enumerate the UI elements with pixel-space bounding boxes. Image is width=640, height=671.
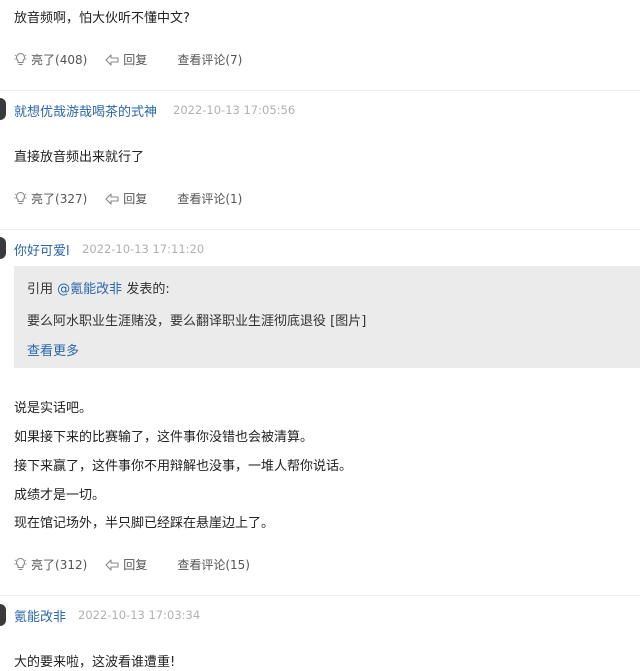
username[interactable]: 就想优哉游哉喝茶的式神 [14, 101, 157, 120]
comment-actions: 亮了 (312) 回复 查看评论 (15) [14, 556, 250, 573]
view-comments-label: 查看评论 [177, 192, 226, 206]
view-comments-label: 查看评论 [177, 558, 226, 572]
comment-count: (1) [225, 191, 243, 206]
comment-line: 接下来赢了，这件事你不用辩解也没事，一堆人帮你说话。 [14, 459, 353, 474]
timestamp: 2022-10-13 17:11:20 [82, 242, 205, 256]
view-comments-button[interactable]: 查看评论 (7) [177, 51, 242, 68]
like-button[interactable]: 亮了 (327) [14, 190, 87, 207]
comment-line: 成绩才是一切。 [14, 488, 106, 503]
reply-label: 回复 [123, 192, 148, 206]
timestamp: 2022-10-13 17:03:34 [78, 608, 201, 622]
like-label: 亮了 [31, 558, 56, 572]
like-count: (327) [55, 191, 88, 206]
separator [0, 595, 640, 596]
reply-button[interactable]: 回复 [105, 190, 147, 207]
timestamp: 2022-10-13 17:05:56 [173, 103, 296, 117]
reply-label: 回复 [123, 53, 148, 67]
comment-actions: 亮了 (327) 回复 查看评论 (1) [14, 190, 242, 207]
quote-header: 引用 @氪能改非 发表的: [27, 278, 170, 297]
reply-arrow-icon [105, 558, 119, 571]
lightbulb-icon [14, 557, 27, 571]
avatar[interactable] [0, 237, 6, 259]
view-comments-label: 查看评论 [177, 53, 226, 67]
username[interactable]: 你好可爱l [14, 240, 70, 259]
like-label: 亮了 [31, 192, 56, 206]
comment-count: (7) [225, 52, 243, 67]
quote-prefix: 引用 [27, 282, 54, 297]
comment-line: 现在馆记场外，半只脚已经踩在悬崖边上了。 [14, 516, 275, 531]
comment-text: 放音频啊，怕大伙听不懂中文? [14, 11, 190, 26]
reply-button[interactable]: 回复 [105, 556, 147, 573]
quote-block: 引用 @氪能改非 发表的: 要么阿水职业生涯赌没，要么翻译职业生涯彻底退役 [图… [14, 266, 640, 368]
reply-arrow-icon [105, 192, 119, 205]
view-comments-button[interactable]: 查看评论 (15) [177, 556, 250, 573]
quote-suffix: 发表的: [126, 282, 170, 297]
like-count: (408) [55, 52, 88, 67]
quote-text: 要么阿水职业生涯赌没，要么翻译职业生涯彻底退役 [图片] [27, 314, 367, 329]
comment-actions: 亮了 (408) 回复 查看评论 (7) [14, 51, 242, 68]
separator [0, 229, 640, 230]
comment-line: 如果接下来的比赛输了，这件事你没错也会被清算。 [14, 430, 314, 445]
lightbulb-icon [14, 191, 27, 205]
comment-line: 说是实话吧。 [14, 401, 93, 416]
separator [0, 90, 640, 91]
avatar[interactable] [0, 98, 6, 120]
like-label: 亮了 [31, 53, 56, 67]
quoted-user-link[interactable]: @氪能改非 [57, 282, 122, 297]
avatar[interactable] [0, 604, 6, 626]
reply-label: 回复 [123, 558, 148, 572]
comment-text: 直接放音频出来就行了 [14, 150, 145, 165]
like-button[interactable]: 亮了 (312) [14, 556, 87, 573]
comment-text: 大的要来啦，这波看谁遭重! [14, 655, 176, 670]
like-button[interactable]: 亮了 (408) [14, 51, 87, 68]
like-count: (312) [55, 557, 88, 572]
username[interactable]: 氪能改非 [14, 606, 66, 625]
comment-count: (15) [225, 557, 250, 572]
reply-button[interactable]: 回复 [105, 51, 147, 68]
view-more-link[interactable]: 查看更多 [27, 340, 79, 359]
lightbulb-icon [14, 52, 27, 66]
reply-arrow-icon [105, 53, 119, 66]
view-comments-button[interactable]: 查看评论 (1) [177, 190, 242, 207]
